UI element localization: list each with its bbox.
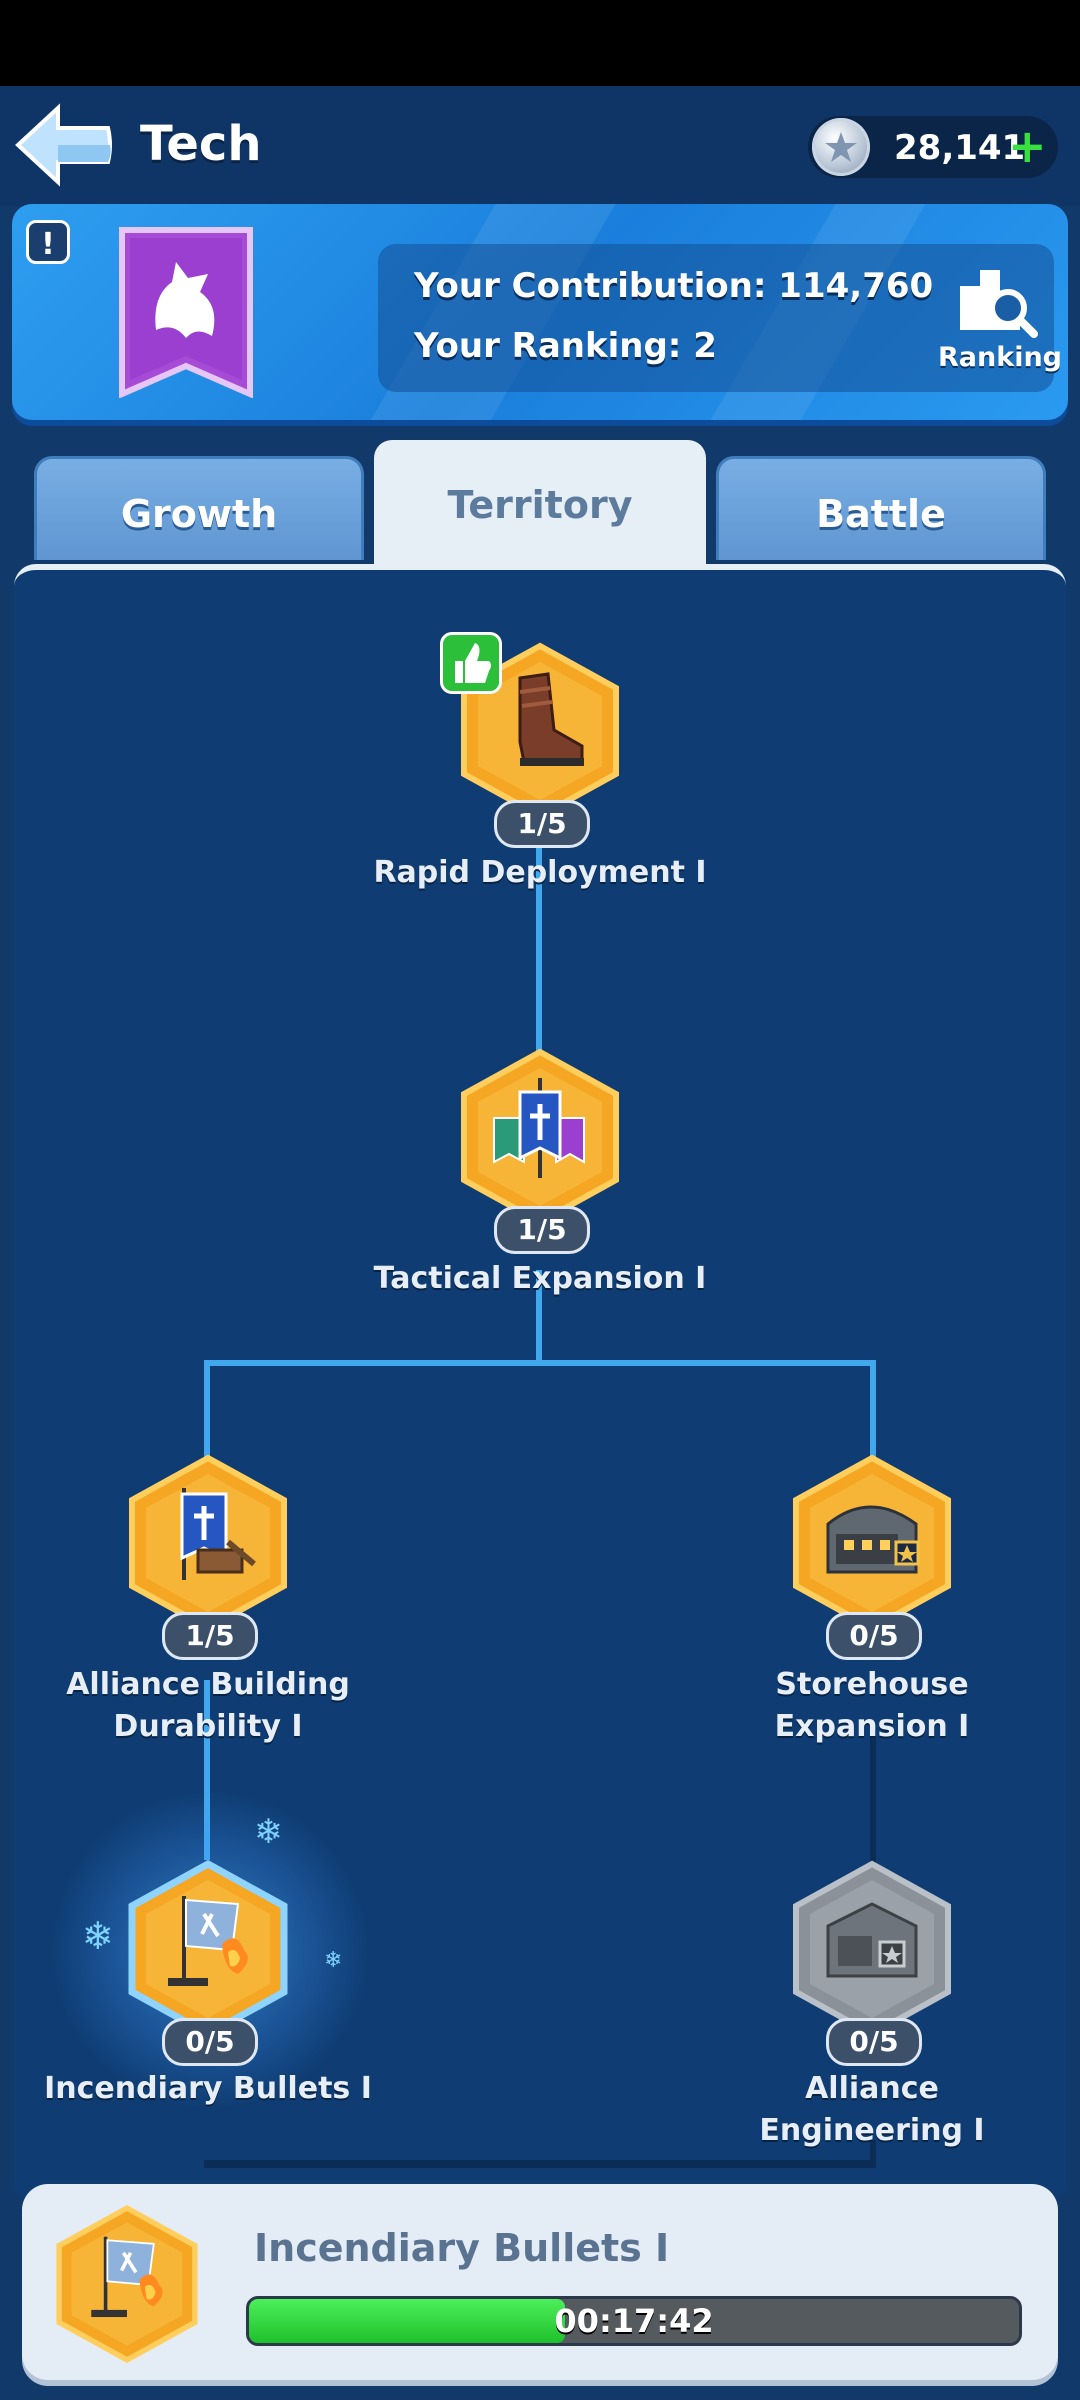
snowflake-icon: ❄ bbox=[324, 1948, 343, 1973]
level-badge: 1/5 bbox=[494, 1206, 590, 1254]
tech-node-incendiary-bullets[interactable] bbox=[124, 1860, 292, 2038]
podium-icon bbox=[960, 270, 1038, 338]
level-badge: 0/5 bbox=[826, 2018, 922, 2066]
contribution-panel: Your Contribution: 114,760 Your Ranking:… bbox=[378, 244, 1062, 392]
tab-battle[interactable]: Battle bbox=[716, 456, 1046, 560]
banners-icon bbox=[493, 1078, 585, 1178]
tech-node-label: Alliance Building Durability I bbox=[66, 1667, 350, 1744]
banner-hammer-icon bbox=[180, 1488, 256, 1580]
tab-territory[interactable]: Territory bbox=[374, 440, 706, 564]
tech-node-alliance-engineering[interactable] bbox=[788, 1860, 956, 2038]
alliance-flag-icon bbox=[116, 226, 256, 399]
flaming-banner-icon bbox=[168, 1896, 248, 1986]
currency-display: 28,141 + bbox=[808, 116, 1058, 178]
ranking-text: Your Ranking: 2 bbox=[414, 326, 717, 366]
connector-line-locked bbox=[204, 2160, 876, 2168]
level-badge: 0/5 bbox=[826, 1612, 922, 1660]
tech-node-label: Alliance Engineering I bbox=[759, 2071, 985, 2148]
research-timer: 00:17:42 bbox=[554, 2302, 714, 2340]
level-badge: 1/5 bbox=[494, 800, 590, 848]
header: Tech 28,141 + bbox=[0, 86, 1080, 206]
info-icon[interactable]: ! bbox=[26, 220, 70, 264]
research-progress: 00:17:42 bbox=[246, 2296, 1022, 2346]
contribution-text: Your Contribution: 114,760 bbox=[414, 266, 934, 306]
storehouse-icon bbox=[826, 1505, 920, 1574]
ranking-button[interactable]: Ranking bbox=[938, 264, 1062, 374]
tech-node-label: Rapid Deployment I bbox=[373, 855, 707, 890]
tech-node-alliance-building-durability[interactable] bbox=[124, 1454, 292, 1632]
back-button[interactable] bbox=[14, 102, 114, 188]
level-badge: 0/5 bbox=[162, 2018, 258, 2066]
snowflake-icon: ❄ bbox=[82, 1914, 114, 1958]
research-progress-bar[interactable]: Incendiary Bullets I 00:17:42 bbox=[22, 2184, 1058, 2380]
coin-icon bbox=[812, 118, 870, 176]
tech-node-label: Incendiary Bullets I bbox=[44, 2071, 372, 2106]
tech-node-label: Storehouse Expansion I bbox=[774, 1667, 970, 1744]
page-title: Tech bbox=[140, 116, 262, 172]
engineering-workshop-icon bbox=[826, 1902, 918, 1978]
research-node-icon bbox=[52, 2204, 202, 2364]
add-currency-button[interactable]: + bbox=[1008, 123, 1047, 169]
connector-line bbox=[204, 1360, 876, 1366]
currency-value: 28,141 bbox=[894, 128, 1026, 168]
boot-icon bbox=[518, 672, 584, 766]
tab-growth[interactable]: Growth bbox=[34, 456, 364, 560]
tech-node-label: Tactical Expansion I bbox=[373, 1261, 707, 1296]
level-badge: 1/5 bbox=[162, 1612, 258, 1660]
back-arrow-icon bbox=[15, 103, 112, 187]
connector-line-locked bbox=[870, 1730, 876, 1870]
research-title: Incendiary Bullets I bbox=[254, 2226, 670, 2270]
status-bar bbox=[0, 0, 1080, 86]
snowflake-icon: ❄ bbox=[254, 1812, 283, 1852]
tech-node-tactical-expansion[interactable] bbox=[456, 1048, 624, 1226]
ranking-button-label: Ranking bbox=[938, 342, 1062, 373]
recommended-thumbs-up-icon bbox=[440, 632, 502, 694]
tech-node-storehouse-expansion[interactable] bbox=[788, 1454, 956, 1632]
alliance-banner: ! Your Contribution: 114,760 Your Rankin… bbox=[12, 204, 1068, 420]
